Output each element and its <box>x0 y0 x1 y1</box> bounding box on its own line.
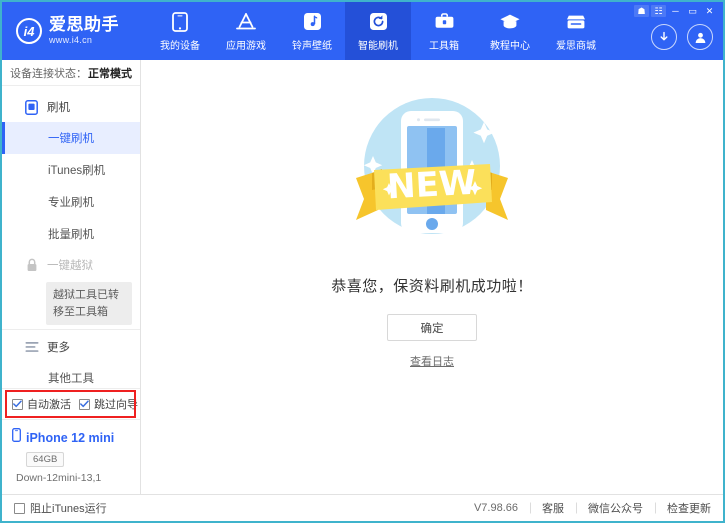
sidebar-item-batch-flash[interactable]: 批量刷机 <box>2 218 140 250</box>
device-identifier: Down-12mini-13,1 <box>16 472 140 484</box>
checkbox-block-itunes[interactable]: 阻止iTunes运行 <box>14 500 107 516</box>
customer-service-link[interactable]: 客服 <box>530 500 576 516</box>
main-nav-tabs: 我的设备 应用游戏 铃声壁纸 智能刷机 <box>147 2 609 60</box>
app-header: i4 爱思助手 www.i4.cn 我的设备 应用游戏 <box>2 2 723 60</box>
device-phone-icon <box>12 428 21 447</box>
ribbon-text: NEW <box>386 163 477 208</box>
sidebar-group-flash[interactable]: 刷机 <box>2 92 140 122</box>
tab-ringtones-wallpaper[interactable]: 铃声壁纸 <box>279 2 345 60</box>
graduation-icon <box>499 11 521 33</box>
body-container: 设备连接状态：正常模式 刷机 一键刷机 iTunes刷机 专业刷机 <box>2 60 723 494</box>
close-icon[interactable]: ✕ <box>702 5 717 17</box>
new-badge-phone-illustration: NEW <box>332 78 532 263</box>
sidebar-options: 自动激活 跳过向导 <box>2 396 140 412</box>
checkbox-skip-setup[interactable]: 跳过向导 <box>79 396 138 412</box>
toolbox-icon <box>433 11 455 33</box>
list-icon[interactable]: ☷ <box>651 5 666 17</box>
tab-label: 铃声壁纸 <box>292 37 332 52</box>
view-log-link[interactable]: 查看日志 <box>410 353 454 369</box>
tab-my-device[interactable]: 我的设备 <box>147 2 213 60</box>
checkbox-label: 跳过向导 <box>94 396 138 412</box>
tab-label: 工具箱 <box>429 37 459 52</box>
apps-icon <box>235 11 257 33</box>
sidebar-item-itunes-flash[interactable]: iTunes刷机 <box>2 154 140 186</box>
checkbox-checked-icon <box>79 399 90 410</box>
menu-list-icon <box>24 340 39 355</box>
device-name: iPhone 12 mini <box>26 431 114 445</box>
main-content: NEW 恭喜您，保资料刷机成功啦！ 确定 查看日志 <box>141 60 723 494</box>
checkbox-label: 阻止iTunes运行 <box>30 500 107 516</box>
sidebar-item-other-tools[interactable]: 其他工具 <box>2 362 140 384</box>
sidebar-item-label: 一键越狱 <box>47 257 93 273</box>
download-icon[interactable] <box>651 24 677 50</box>
tab-smart-flash[interactable]: 智能刷机 <box>345 2 411 60</box>
sidebar-divider <box>2 329 140 330</box>
flash-phone-icon <box>24 100 39 115</box>
sidebar-item-label: iTunes刷机 <box>48 165 105 177</box>
checkbox-checked-icon <box>12 399 23 410</box>
app-logo[interactable]: i4 爱思助手 www.i4.cn <box>2 2 135 60</box>
connected-device-info[interactable]: iPhone 12 mini 64GB Down-12mini-13,1 <box>2 419 140 494</box>
sidebar-item-label: 专业刷机 <box>48 197 94 209</box>
app-window: i4 爱思助手 www.i4.cn 我的设备 应用游戏 <box>0 0 725 523</box>
sidebar: 设备连接状态：正常模式 刷机 一键刷机 iTunes刷机 专业刷机 <box>2 60 141 494</box>
header-action-icons <box>651 24 713 50</box>
sidebar-item-label: 批量刷机 <box>48 229 94 241</box>
sidebar-item-one-key-jailbreak: 一键越狱 <box>2 250 140 280</box>
sidebar-options-highlight: 自动激活 跳过向导 <box>2 388 140 419</box>
checkbox-label: 自动激活 <box>27 396 71 412</box>
sidebar-group-label: 刷机 <box>47 99 70 115</box>
store-icon <box>565 11 587 33</box>
tab-label: 我的设备 <box>160 37 200 52</box>
lock-icon <box>24 258 39 273</box>
checkbox-auto-activate[interactable]: 自动激活 <box>12 396 71 412</box>
device-capacity-badge: 64GB <box>26 452 64 467</box>
app-version: V7.98.66 <box>462 502 530 514</box>
wechat-official-link[interactable]: 微信公众号 <box>576 500 655 516</box>
sidebar-item-label: 其他工具 <box>48 373 94 384</box>
sidebar-item-pro-flash[interactable]: 专业刷机 <box>2 186 140 218</box>
i4-logo-icon: i4 <box>16 18 42 44</box>
connection-status: 设备连接状态：正常模式 <box>2 60 140 86</box>
logo-title: 爱思助手 <box>49 16 119 34</box>
tab-tutorial-center[interactable]: 教程中心 <box>477 2 543 60</box>
status-bar: 阻止iTunes运行 V7.98.66 客服 微信公众号 检查更新 <box>2 494 723 521</box>
tab-i4-store[interactable]: 爱思商城 <box>543 2 609 60</box>
tab-label: 教程中心 <box>490 37 530 52</box>
success-message: 恭喜您，保资料刷机成功啦！ <box>331 275 533 296</box>
music-icon <box>301 11 323 33</box>
sidebar-item-one-key-flash[interactable]: 一键刷机 <box>2 122 140 154</box>
tab-label: 应用游戏 <box>226 37 266 52</box>
gift-icon[interactable]: ☗ <box>634 5 649 17</box>
account-icon[interactable] <box>687 24 713 50</box>
tab-label: 爱思商城 <box>556 37 596 52</box>
check-update-link[interactable]: 检查更新 <box>655 500 711 516</box>
connection-status-label: 设备连接状态： <box>10 65 87 81</box>
minimize-icon[interactable]: ─ <box>668 5 683 17</box>
tab-label: 智能刷机 <box>358 37 398 52</box>
window-controls: ☗ ☷ ─ ▭ ✕ <box>634 5 717 17</box>
sidebar-scroll: 刷机 一键刷机 iTunes刷机 专业刷机 批量刷机 <box>2 86 140 384</box>
refresh-icon <box>367 11 389 33</box>
sidebar-item-label: 一键刷机 <box>48 133 94 145</box>
logo-url: www.i4.cn <box>49 36 119 45</box>
sidebar-group-more[interactable]: 更多 <box>2 332 140 362</box>
tab-apps-games[interactable]: 应用游戏 <box>213 2 279 60</box>
status-bar-links: V7.98.66 客服 微信公众号 检查更新 <box>462 500 711 516</box>
tab-toolbox[interactable]: 工具箱 <box>411 2 477 60</box>
sidebar-group-label: 更多 <box>47 339 70 355</box>
jailbreak-tooltip: 越狱工具已转移至工具箱 <box>46 282 132 325</box>
phone-icon <box>169 11 191 33</box>
maximize-icon[interactable]: ▭ <box>685 5 700 17</box>
confirm-button[interactable]: 确定 <box>387 314 477 341</box>
checkbox-unchecked-icon <box>14 503 25 514</box>
connection-status-value: 正常模式 <box>88 65 132 81</box>
